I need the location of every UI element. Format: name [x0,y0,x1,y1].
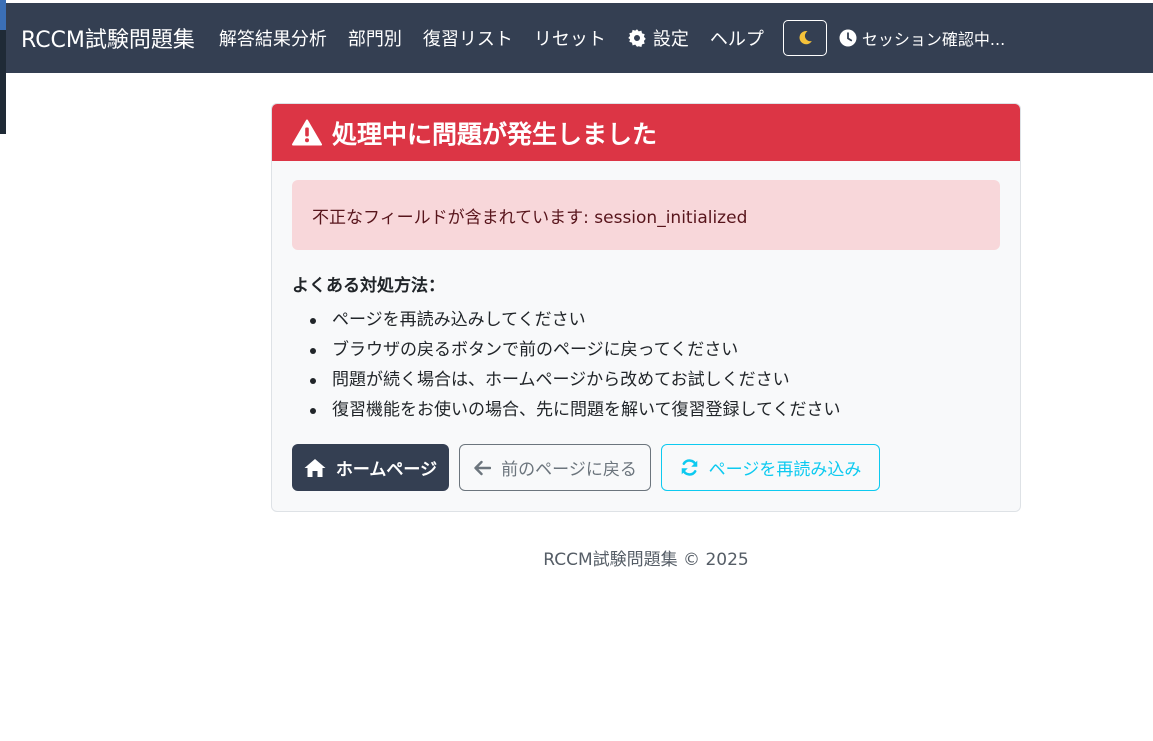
tips-heading: よくある対処方法： [292,276,445,296]
clock-icon [839,29,857,47]
home-icon [304,458,326,477]
list-item: ブラウザの戻るボタンで前のページに戻ってください [292,335,840,365]
error-card-header: 処理中に問題が発生しました [272,104,1020,161]
back-button-label: 前のページに戻る [501,460,637,480]
nav-link-review-list[interactable]: 復習リスト [423,25,513,51]
error-card-title: 処理中に問題が発生しました [332,119,658,149]
back-button[interactable]: 前のページに戻る [459,444,651,491]
theme-toggle-button[interactable] [782,20,827,56]
reload-button-label: ページを再読み込み [708,460,862,480]
error-message-alert: 不正なフィールドが含まれています: session_initialized [292,180,1000,250]
error-card: 処理中に問題が発生しました 不正なフィールドが含まれています: session_… [271,103,1021,512]
navbar: RCCM試験問題集 解答結果分析 部門別 復習リスト リセット 設定 ヘルプ セ… [6,3,1153,73]
nav-link-analysis[interactable]: 解答結果分析 [219,25,327,51]
session-status-text: セッション確認中... [861,30,1006,49]
nav-link-settings[interactable]: 設定 [627,25,689,51]
nav-link-departments[interactable]: 部門別 [348,25,402,51]
navbar-brand[interactable]: RCCM試験問題集 [21,22,195,54]
list-item: ページを再読み込みしてください [292,305,840,335]
footer: RCCM試験問題集 © 2025 [0,545,1153,570]
moon-icon [799,31,812,45]
home-button-label: ホームページ [335,460,438,480]
footer-copyright: RCCM試験問題集 © 2025 [543,550,749,570]
session-status: セッション確認中... [839,26,1005,50]
nav-link-settings-label: 設定 [652,29,689,50]
nav-link-help[interactable]: ヘルプ [710,25,764,51]
list-item: 問題が続く場合は、ホームページから改めてお試しください [292,365,840,395]
left-window-edge [0,0,6,741]
reload-button[interactable]: ページを再読み込み [661,444,880,491]
nav-link-reset[interactable]: リセット [534,25,606,51]
error-message-text: 不正なフィールドが含まれています: session_initialized [312,207,748,228]
warning-triangle-icon [292,119,322,146]
sync-icon [681,459,697,476]
tips-list: ページを再読み込みしてください ブラウザの戻るボタンで前のページに戻ってください… [292,305,840,425]
arrow-left-icon [474,460,492,475]
list-item: 復習機能をお使いの場合、先に問題を解いて復習登録してください [292,395,840,425]
gear-icon [628,29,646,47]
home-button[interactable]: ホームページ [292,444,449,491]
